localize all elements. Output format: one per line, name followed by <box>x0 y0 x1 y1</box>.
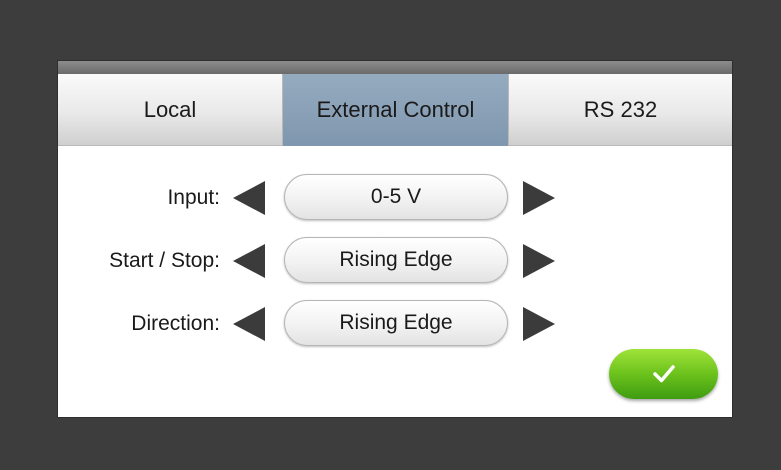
setting-row-direction: Direction: Rising Edge <box>58 299 732 349</box>
tab-rs232-label: RS 232 <box>583 96 658 122</box>
start-stop-prev-arrow-icon[interactable] <box>233 244 265 278</box>
setting-row-input: Input: 0-5 V <box>58 173 732 223</box>
start-stop-value-field[interactable]: Rising Edge <box>284 237 508 283</box>
checkmark-icon <box>652 365 675 383</box>
input-value-field[interactable]: 0-5 V <box>284 174 508 220</box>
setting-row-start-stop: Start / Stop: Rising Edge <box>58 236 732 286</box>
confirm-button[interactable] <box>609 349 718 399</box>
tab-local[interactable]: Local <box>58 74 283 146</box>
tab-local-label: Local <box>143 96 197 122</box>
start-stop-value: Rising Edge <box>339 248 453 271</box>
tab-rs232[interactable]: RS 232 <box>508 74 732 146</box>
direction-next-arrow-icon[interactable] <box>523 307 555 341</box>
start-stop-next-arrow-icon[interactable] <box>523 244 555 278</box>
panel-top-bar <box>58 61 732 74</box>
start-stop-label: Start / Stop: <box>109 249 220 272</box>
input-prev-arrow-icon[interactable] <box>233 181 265 215</box>
direction-value-field[interactable]: Rising Edge <box>284 300 508 346</box>
input-next-arrow-icon[interactable] <box>523 181 555 215</box>
direction-prev-arrow-icon[interactable] <box>233 307 265 341</box>
tab-external-control-label: External Control <box>316 97 475 122</box>
settings-panel: Local External Control RS 232 Input: 0-5… <box>58 61 732 417</box>
input-value: 0-5 V <box>370 185 422 208</box>
direction-label: Direction: <box>131 312 220 335</box>
input-label: Input: <box>167 186 220 209</box>
tab-external-control[interactable]: External Control <box>283 74 508 146</box>
direction-value: Rising Edge <box>339 311 453 334</box>
